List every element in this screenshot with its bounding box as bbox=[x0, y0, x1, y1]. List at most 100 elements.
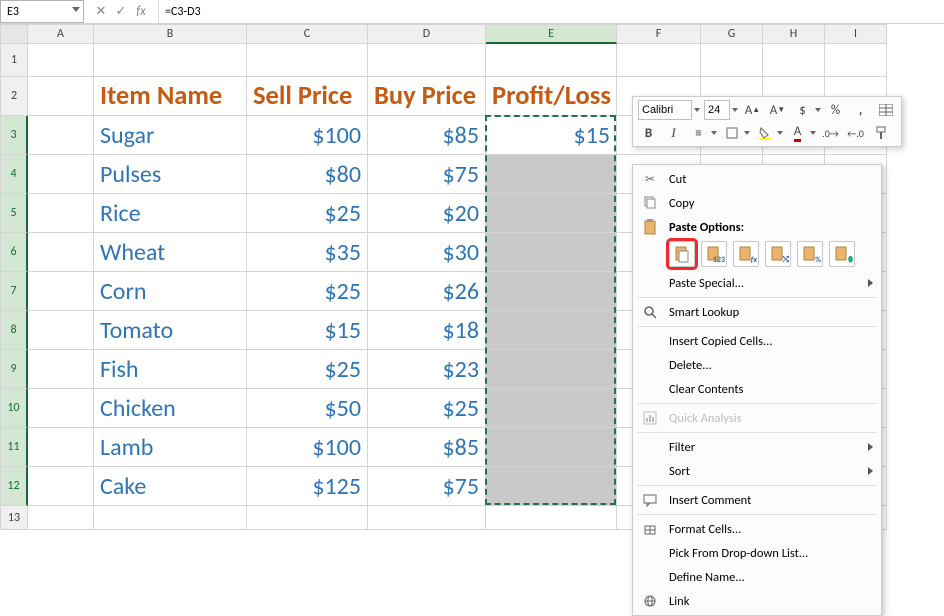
menu-insert-copied[interactable]: Insert Copied Cells... bbox=[633, 329, 881, 353]
paste-option-formatting[interactable]: % bbox=[797, 241, 823, 267]
row-header-7[interactable]: 7 bbox=[0, 272, 28, 311]
fill-color-icon[interactable] bbox=[754, 123, 775, 143]
cell-A10[interactable] bbox=[28, 389, 94, 428]
row-header-2[interactable]: 2 bbox=[0, 77, 28, 116]
font-color-icon[interactable]: A bbox=[787, 123, 808, 143]
menu-pick-from-list[interactable]: Pick From Drop-down List... bbox=[633, 541, 881, 565]
row-header-1[interactable]: 1 bbox=[0, 44, 28, 77]
cell-E1[interactable] bbox=[486, 44, 617, 77]
border-icon[interactable] bbox=[721, 123, 742, 143]
cell-E4[interactable] bbox=[486, 155, 617, 194]
row-header-6[interactable]: 6 bbox=[0, 233, 28, 272]
cell-B11[interactable]: Lamb bbox=[94, 428, 247, 467]
cell-E5[interactable] bbox=[486, 194, 617, 233]
cell-C11[interactable]: $100 bbox=[247, 428, 368, 467]
menu-format-cells[interactable]: Format Cells... bbox=[633, 517, 881, 541]
menu-smart-lookup[interactable]: Smart Lookup bbox=[633, 300, 881, 324]
cell-B9[interactable]: Fish bbox=[94, 350, 247, 389]
italic-button[interactable]: I bbox=[663, 123, 684, 143]
chevron-down-icon[interactable] bbox=[711, 131, 717, 135]
cell-B3[interactable]: Sugar bbox=[94, 116, 247, 155]
cell-E8[interactable] bbox=[486, 311, 617, 350]
cell-A9[interactable] bbox=[28, 350, 94, 389]
cell-A5[interactable] bbox=[28, 194, 94, 233]
cell-E6[interactable] bbox=[486, 233, 617, 272]
font-size-input[interactable] bbox=[704, 100, 730, 120]
cell-A12[interactable] bbox=[28, 467, 94, 506]
row-header-3[interactable]: 3 bbox=[0, 116, 28, 155]
cell-A8[interactable] bbox=[28, 311, 94, 350]
align-icon[interactable]: ≡ bbox=[688, 123, 709, 143]
column-header-B[interactable]: B bbox=[94, 24, 247, 44]
menu-sort[interactable]: Sort bbox=[633, 459, 881, 483]
cell-E10[interactable] bbox=[486, 389, 617, 428]
cell-D2[interactable]: Buy Price bbox=[368, 77, 486, 116]
paste-option-link[interactable]: ⬮ bbox=[829, 241, 855, 267]
cell-A11[interactable] bbox=[28, 428, 94, 467]
name-box[interactable]: E3 bbox=[0, 0, 84, 23]
cell-E9[interactable] bbox=[486, 350, 617, 389]
cell-F1[interactable] bbox=[617, 44, 701, 77]
cell-E11[interactable] bbox=[486, 428, 617, 467]
paste-option-transpose[interactable]: ⤭ bbox=[765, 241, 791, 267]
comma-icon[interactable]: , bbox=[850, 100, 871, 120]
menu-delete[interactable]: Delete... bbox=[633, 353, 881, 377]
menu-define-name[interactable]: Define Name... bbox=[633, 565, 881, 589]
column-header-C[interactable]: C bbox=[247, 24, 368, 44]
cell-D4[interactable]: $75 bbox=[368, 155, 486, 194]
cell-A1[interactable] bbox=[28, 44, 94, 77]
cell-D12[interactable]: $75 bbox=[368, 467, 486, 506]
cell-D10[interactable]: $25 bbox=[368, 389, 486, 428]
cell-D7[interactable]: $26 bbox=[368, 272, 486, 311]
column-header-E[interactable]: E bbox=[486, 24, 617, 44]
chevron-down-icon[interactable] bbox=[744, 131, 750, 135]
cell-D3[interactable]: $85 bbox=[368, 116, 486, 155]
cell-I1[interactable] bbox=[825, 44, 887, 77]
chevron-down-icon[interactable] bbox=[732, 108, 738, 112]
cell-A13[interactable] bbox=[28, 506, 94, 530]
select-all-corner[interactable] bbox=[0, 24, 28, 44]
increase-font-icon[interactable]: A▲ bbox=[742, 100, 763, 120]
cell-B13[interactable] bbox=[94, 506, 247, 530]
menu-copy[interactable]: Copy bbox=[633, 191, 881, 215]
cell-D13[interactable] bbox=[368, 506, 486, 530]
cell-B1[interactable] bbox=[94, 44, 247, 77]
cell-E2[interactable]: Profit/Loss bbox=[486, 77, 617, 116]
column-header-A[interactable]: A bbox=[28, 24, 94, 44]
row-header-9[interactable]: 9 bbox=[0, 350, 28, 389]
cell-G1[interactable] bbox=[701, 44, 763, 77]
row-header-5[interactable]: 5 bbox=[0, 194, 28, 233]
chevron-down-icon[interactable] bbox=[810, 131, 816, 135]
cell-D11[interactable]: $85 bbox=[368, 428, 486, 467]
cell-B12[interactable]: Cake bbox=[94, 467, 247, 506]
chevron-down-icon[interactable] bbox=[777, 131, 783, 135]
confirm-icon[interactable]: ✓ bbox=[112, 4, 130, 19]
row-header-8[interactable]: 8 bbox=[0, 311, 28, 350]
percent-icon[interactable]: % bbox=[825, 100, 846, 120]
menu-insert-comment[interactable]: Insert Comment bbox=[633, 488, 881, 512]
cell-D9[interactable]: $23 bbox=[368, 350, 486, 389]
cell-A2[interactable] bbox=[28, 77, 94, 116]
formula-bar[interactable]: =C3-D3 bbox=[159, 0, 944, 23]
font-family-input[interactable] bbox=[638, 100, 692, 120]
cell-E7[interactable] bbox=[486, 272, 617, 311]
row-header-10[interactable]: 10 bbox=[0, 389, 28, 428]
cell-C7[interactable]: $25 bbox=[247, 272, 368, 311]
currency-icon[interactable]: $ bbox=[792, 100, 813, 120]
cell-H1[interactable] bbox=[763, 44, 825, 77]
paste-option-paste[interactable] bbox=[669, 241, 695, 267]
decrease-font-icon[interactable]: A▼ bbox=[767, 100, 788, 120]
cell-D5[interactable]: $20 bbox=[368, 194, 486, 233]
cell-B8[interactable]: Tomato bbox=[94, 311, 247, 350]
cell-C6[interactable]: $35 bbox=[247, 233, 368, 272]
column-header-I[interactable]: I bbox=[825, 24, 887, 44]
paste-option-formulas[interactable]: fx bbox=[733, 241, 759, 267]
menu-link[interactable]: Link bbox=[633, 589, 881, 613]
cell-C12[interactable]: $125 bbox=[247, 467, 368, 506]
cell-C9[interactable]: $25 bbox=[247, 350, 368, 389]
column-header-H[interactable]: H bbox=[763, 24, 825, 44]
cancel-icon[interactable]: ✕ bbox=[92, 4, 110, 19]
cell-A7[interactable] bbox=[28, 272, 94, 311]
cell-A6[interactable] bbox=[28, 233, 94, 272]
chevron-down-icon[interactable] bbox=[815, 108, 821, 112]
